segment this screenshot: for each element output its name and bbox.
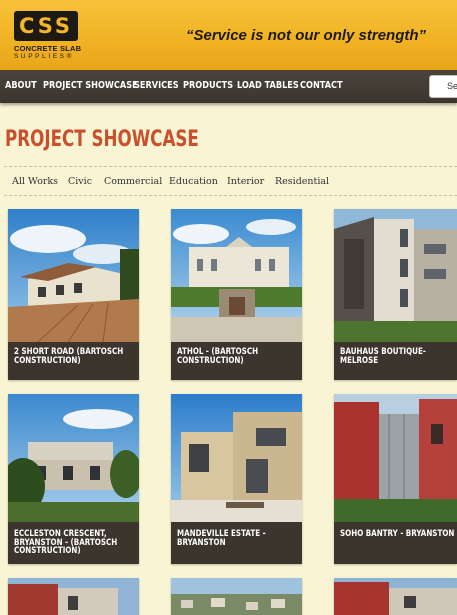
filter-commercial[interactable]: Commercial bbox=[104, 176, 162, 187]
project-caption: ATHOL - (BARTOSCH CONSTRUCTION) bbox=[177, 347, 259, 366]
filter-interior[interactable]: Interior bbox=[227, 176, 264, 187]
search-input[interactable]: Se bbox=[429, 75, 457, 98]
project-card[interactable]: SOHO BANTRY - BRYANSTON bbox=[334, 394, 457, 564]
project-photo bbox=[8, 394, 139, 522]
filter-residential[interactable]: Residential bbox=[275, 176, 329, 187]
project-card[interactable] bbox=[171, 578, 302, 615]
project-card[interactable]: ECCLESTON CRESCENT, BRYANSTON - (BARTOSC… bbox=[8, 394, 139, 564]
project-photo bbox=[334, 209, 457, 342]
project-card[interactable]: ATHOL - (BARTOSCH CONSTRUCTION) bbox=[171, 209, 302, 380]
search-input-text: Se bbox=[447, 81, 457, 91]
project-caption: MANDEVILLE ESTATE - BRYANSTON bbox=[177, 529, 266, 548]
nav-item-contact[interactable]: CONTACT bbox=[300, 80, 343, 91]
project-caption: 2 SHORT ROAD (BARTOSCH CONSTRUCTION) bbox=[14, 347, 124, 366]
project-card[interactable]: MANDEVILLE ESTATE - BRYANSTON bbox=[171, 394, 302, 564]
filter-education[interactable]: Education bbox=[169, 176, 218, 187]
project-card[interactable]: 2 SHORT ROAD (BARTOSCH CONSTRUCTION) bbox=[8, 209, 139, 380]
nav-item-services[interactable]: SERVICES bbox=[134, 80, 179, 91]
project-photo bbox=[171, 209, 302, 342]
nav-item-products[interactable]: PRODUCTS bbox=[183, 80, 233, 91]
project-photo bbox=[8, 209, 139, 342]
project-card[interactable]: BAUHAUS BOUTIQUE-MELROSE bbox=[334, 209, 457, 380]
project-photo bbox=[334, 578, 457, 615]
project-photo bbox=[171, 578, 302, 615]
filter-all-works[interactable]: All Works bbox=[12, 176, 58, 187]
logo-letters: CSS bbox=[18, 14, 74, 38]
nav-item-about[interactable]: ABOUT bbox=[5, 80, 37, 91]
logo-company-name: CONCRETE SLAB bbox=[14, 44, 82, 53]
project-card[interactable] bbox=[334, 578, 457, 615]
logo[interactable]: CSS bbox=[14, 11, 78, 41]
nav-item-load-tables[interactable]: LOAD TABLES bbox=[237, 80, 299, 91]
project-photo bbox=[334, 394, 457, 522]
project-photo bbox=[8, 578, 139, 615]
tagline: “Service is not our only strength” bbox=[186, 27, 427, 44]
project-card[interactable] bbox=[8, 578, 139, 615]
project-caption: BAUHAUS BOUTIQUE-MELROSE bbox=[340, 347, 426, 366]
project-caption: ECCLESTON CRESCENT, BRYANSTON - (BARTOSC… bbox=[14, 529, 118, 557]
project-caption: SOHO BANTRY - BRYANSTON bbox=[340, 529, 455, 539]
logo-company-subname: SUPPLIES® bbox=[14, 53, 74, 60]
page-title: PROJECT SHOWCASE bbox=[5, 127, 199, 152]
nav-item-project-showcase[interactable]: PROJECT SHOWCASE bbox=[43, 80, 138, 91]
project-photo bbox=[171, 394, 302, 522]
filter-civic[interactable]: Civic bbox=[68, 176, 92, 187]
filter-bar: All Works Civic Commercial Education Int… bbox=[4, 166, 457, 196]
site-header: CSS CONCRETE SLAB SUPPLIES® “Service is … bbox=[0, 0, 457, 70]
main-nav: ABOUT PROJECT SHOWCASE SERVICES PRODUCTS… bbox=[0, 70, 457, 103]
